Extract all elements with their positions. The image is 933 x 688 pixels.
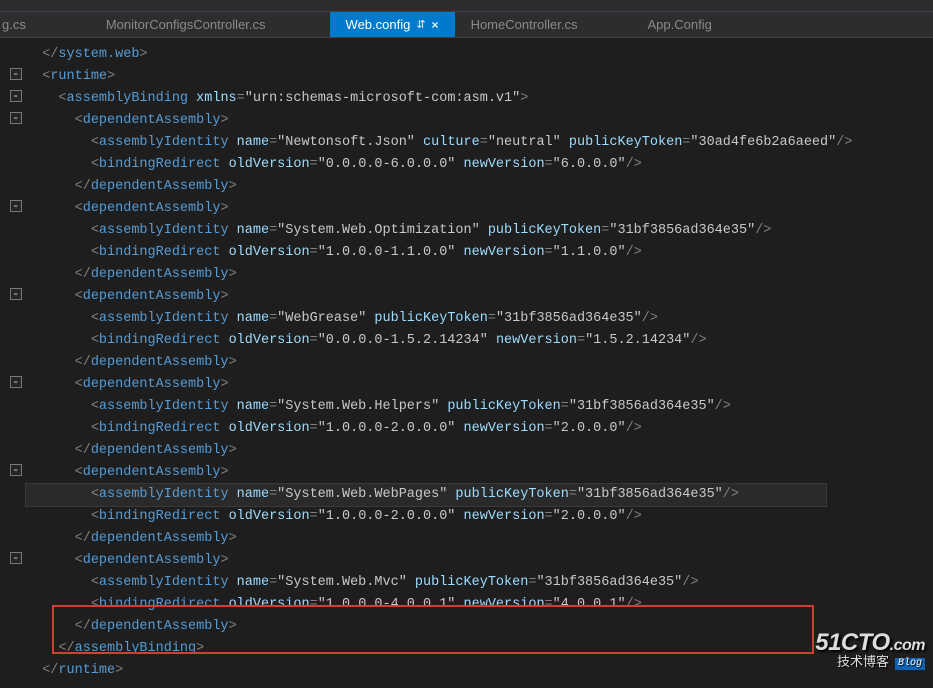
tab-label: App.Config xyxy=(648,17,712,32)
top-toolbar xyxy=(0,0,933,12)
code-line: <bindingRedirect oldVersion="1.0.0.0-4.0… xyxy=(10,594,933,616)
code-editor[interactable]: </system.web> <runtime> <assemblyBinding… xyxy=(0,38,933,688)
tab-bar: g.cs MonitorConfigsController.cs Web.con… xyxy=(0,12,933,38)
code-line: <dependentAssembly> xyxy=(10,286,933,308)
tab-partial[interactable]: g.cs xyxy=(0,12,42,37)
code-line: <bindingRedirect oldVersion="0.0.0.0-1.5… xyxy=(10,330,933,352)
code-line: <assemblyIdentity name="System.Web.WebPa… xyxy=(10,484,933,506)
code-line: <bindingRedirect oldVersion="1.0.0.0-1.1… xyxy=(10,242,933,264)
code-line: </dependentAssembly> xyxy=(10,616,933,638)
tab-label: HomeController.cs xyxy=(471,17,578,32)
close-icon[interactable]: × xyxy=(432,18,439,32)
code-line: <bindingRedirect oldVersion="1.0.0.0-2.0… xyxy=(10,506,933,528)
tab-home-controller[interactable]: HomeController.cs xyxy=(455,12,594,37)
tab-label: MonitorConfigsController.cs xyxy=(106,17,266,32)
code-line: </assemblyBinding> xyxy=(10,638,933,660)
code-line: <assemblyIdentity name="WebGrease" publi… xyxy=(10,308,933,330)
code-line: <assemblyIdentity name="System.Web.Mvc" … xyxy=(10,572,933,594)
tab-label: Web.config xyxy=(346,17,411,32)
code-line: <bindingRedirect oldVersion="1.0.0.0-2.0… xyxy=(10,418,933,440)
code-line: </dependentAssembly> xyxy=(10,176,933,198)
code-line: </dependentAssembly> xyxy=(10,440,933,462)
code-line: <dependentAssembly> xyxy=(10,198,933,220)
code-line: </dependentAssembly> xyxy=(10,528,933,550)
code-line: <dependentAssembly> xyxy=(10,462,933,484)
tab-monitor-configs[interactable]: MonitorConfigsController.cs xyxy=(90,12,282,37)
code-line: </dependentAssembly> xyxy=(10,352,933,374)
code-line: <dependentAssembly> xyxy=(10,110,933,132)
pin-icon[interactable]: ⇵ xyxy=(416,18,425,31)
code-line: <dependentAssembly> xyxy=(10,374,933,396)
code-line: </dependentAssembly> xyxy=(10,264,933,286)
code-line: <assemblyIdentity name="Newtonsoft.Json"… xyxy=(10,132,933,154)
code-line: <assemblyBinding xmlns="urn:schemas-micr… xyxy=(10,88,933,110)
code-line: <runtime> xyxy=(10,66,933,88)
code-line: </runtime> xyxy=(10,660,933,682)
code-line: <dependentAssembly> xyxy=(10,550,933,572)
code-line: <bindingRedirect oldVersion="0.0.0.0-6.0… xyxy=(10,154,933,176)
code-line: <assemblyIdentity name="System.Web.Optim… xyxy=(10,220,933,242)
code-line: </system.web> xyxy=(10,44,933,66)
code-line: <assemblyIdentity name="System.Web.Helpe… xyxy=(10,396,933,418)
tab-web-config[interactable]: Web.config ⇵ × xyxy=(330,12,455,37)
tab-app-config[interactable]: App.Config xyxy=(632,12,728,37)
